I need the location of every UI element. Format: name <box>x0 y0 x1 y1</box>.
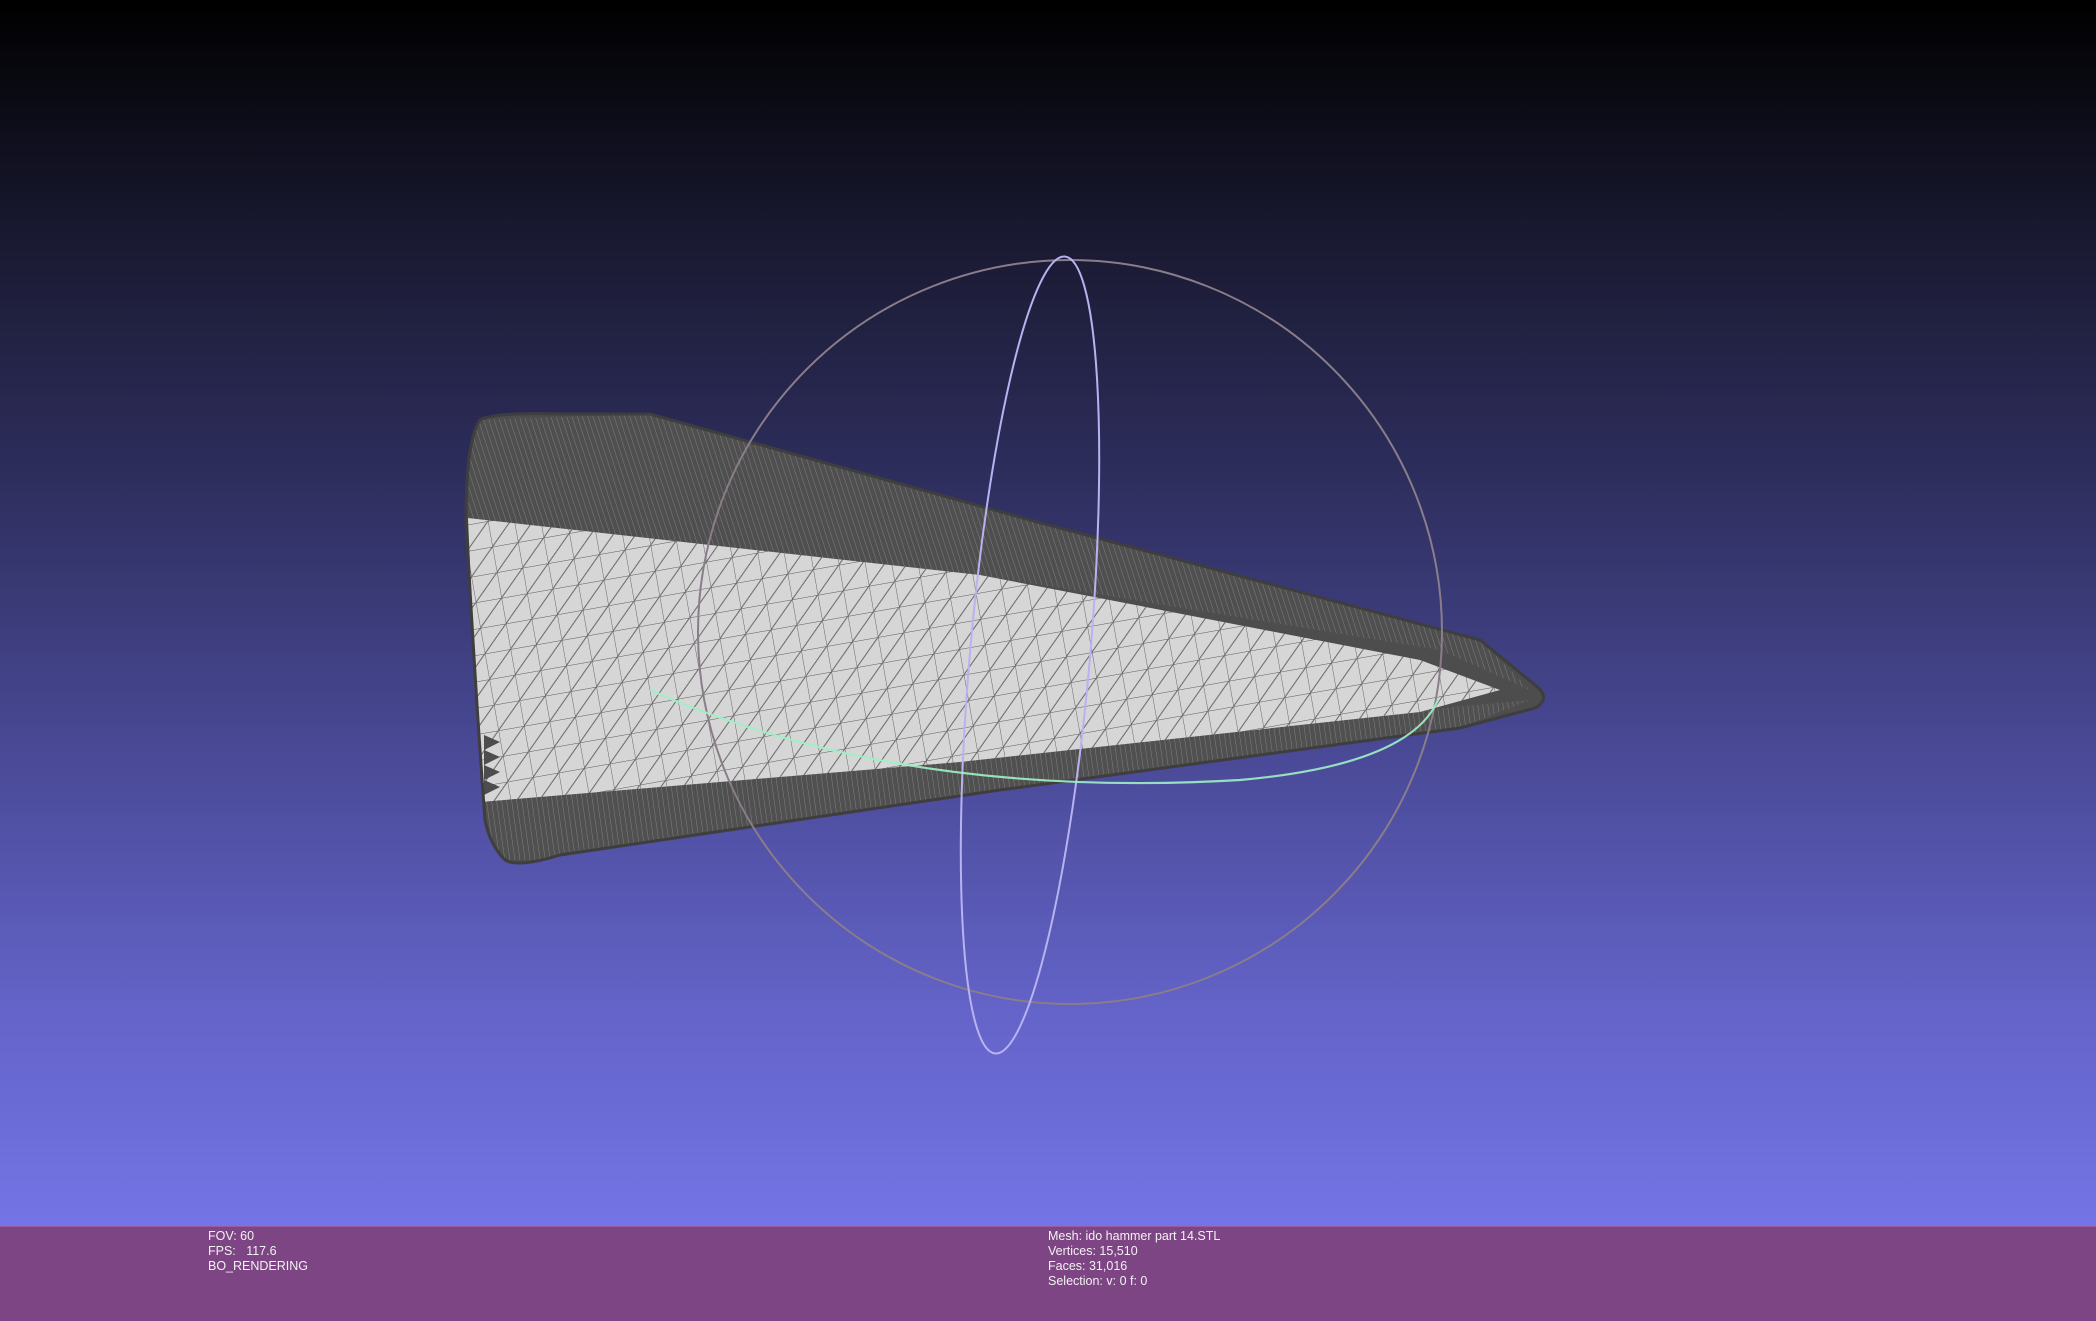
faces-readout: Faces: 31,016 <box>1048 1259 1128 1273</box>
selection-readout: Selection: v: 0 f: 0 <box>1048 1274 1148 1288</box>
render-info-panel: FOV: 60 FPS: 117.6 BO_RENDERING <box>208 1229 308 1274</box>
3d-viewport[interactable] <box>0 0 2096 1226</box>
mesh-info-panel: Mesh: ido hammer part 14.STL Vertices: 1… <box>1048 1229 1220 1289</box>
mesh-name-readout: Mesh: ido hammer part 14.STL <box>1048 1229 1221 1243</box>
mesh-render <box>464 255 1545 1055</box>
mesh-model <box>466 413 1544 864</box>
fps-readout: FPS: 117.6 <box>208 1244 277 1258</box>
fov-readout: FOV: 60 <box>208 1229 255 1243</box>
render-mode-readout: BO_RENDERING <box>208 1259 309 1273</box>
vertices-readout: Vertices: 15,510 <box>1048 1244 1138 1258</box>
